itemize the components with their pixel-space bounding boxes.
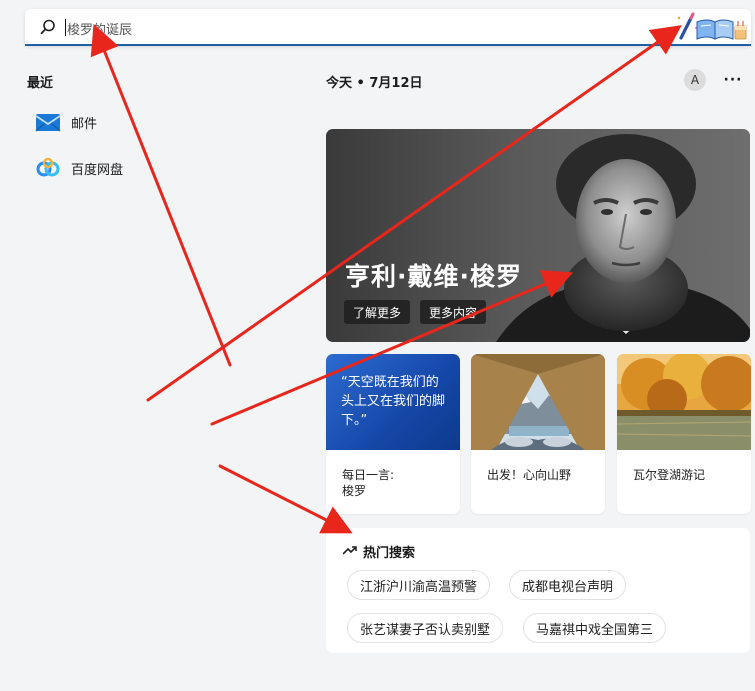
search-highlight-illustration-icon <box>677 12 747 40</box>
recent-app-label: 百度网盘 <box>71 162 124 178</box>
today-date-label: 今天 • 7月12日 <box>326 76 423 91</box>
trending-searches-panel: 热门搜索 江浙沪川渝高温预警 成都电视台声明 张艺谋妻子否认卖别墅 马嘉祺中戏全… <box>326 528 750 653</box>
recent-section-title: 最近 <box>27 76 54 91</box>
quote-text: “天空既在我们的头上又在我们的脚下。” <box>341 375 446 428</box>
recent-app-label: 邮件 <box>71 116 98 132</box>
annotation-arrow <box>218 464 353 534</box>
card-label: 出发！心向山野 <box>487 468 572 482</box>
text-caret <box>65 19 66 36</box>
search-home-panel: 梭罗的诞辰 最近 邮件 百度网盘 今天 • 7月12日 A ··· 亨利·戴维·… <box>0 0 755 691</box>
trending-title: 热门搜索 <box>363 546 416 561</box>
recent-app-mail[interactable]: 邮件 <box>35 108 97 136</box>
quote-card[interactable]: “天空既在我们的头上又在我们的脚下。” 每日一言: 梭罗 <box>326 354 460 514</box>
quote-banner: “天空既在我们的头上又在我们的脚下。” <box>326 354 460 450</box>
annotation-arrow <box>90 23 232 367</box>
learn-more-button[interactable]: 了解更多 <box>344 300 411 324</box>
hero-title: 亨利·戴维·梭罗 <box>345 262 522 291</box>
trending-chip[interactable]: 马嘉祺中戏全国第三 <box>523 613 667 643</box>
search-input[interactable]: 梭罗的诞辰 <box>67 19 132 38</box>
mail-icon <box>35 114 61 132</box>
walden-card[interactable]: 瓦尔登湖游记 <box>617 354 751 514</box>
recent-app-baidu-netdisk[interactable]: 百度网盘 <box>35 154 123 182</box>
trending-chip[interactable]: 成都电视台声明 <box>509 570 627 600</box>
autumn-lake-image <box>617 354 751 450</box>
card-label: 瓦尔登湖游记 <box>633 468 706 482</box>
quote-source-label: 每日一言: 梭罗 <box>342 468 395 498</box>
search-box[interactable]: 梭罗的诞辰 <box>25 9 751 46</box>
tent-mountain-image <box>471 354 605 450</box>
search-icon <box>40 19 55 35</box>
account-avatar[interactable]: A <box>684 69 706 91</box>
baidu-netdisk-icon <box>36 157 60 177</box>
trending-chip[interactable]: 江浙沪川渝高温预警 <box>347 570 491 600</box>
trending-chip[interactable]: 张艺谋妻子否认卖别墅 <box>347 613 504 643</box>
trending-up-icon <box>343 546 357 555</box>
card-label: 每日一言: 梭罗 <box>342 467 452 499</box>
more-options-button[interactable]: ··· <box>724 70 742 90</box>
more-content-button[interactable]: 更多内容 <box>420 300 487 324</box>
camping-card[interactable]: 出发！心向山野 <box>471 354 605 514</box>
